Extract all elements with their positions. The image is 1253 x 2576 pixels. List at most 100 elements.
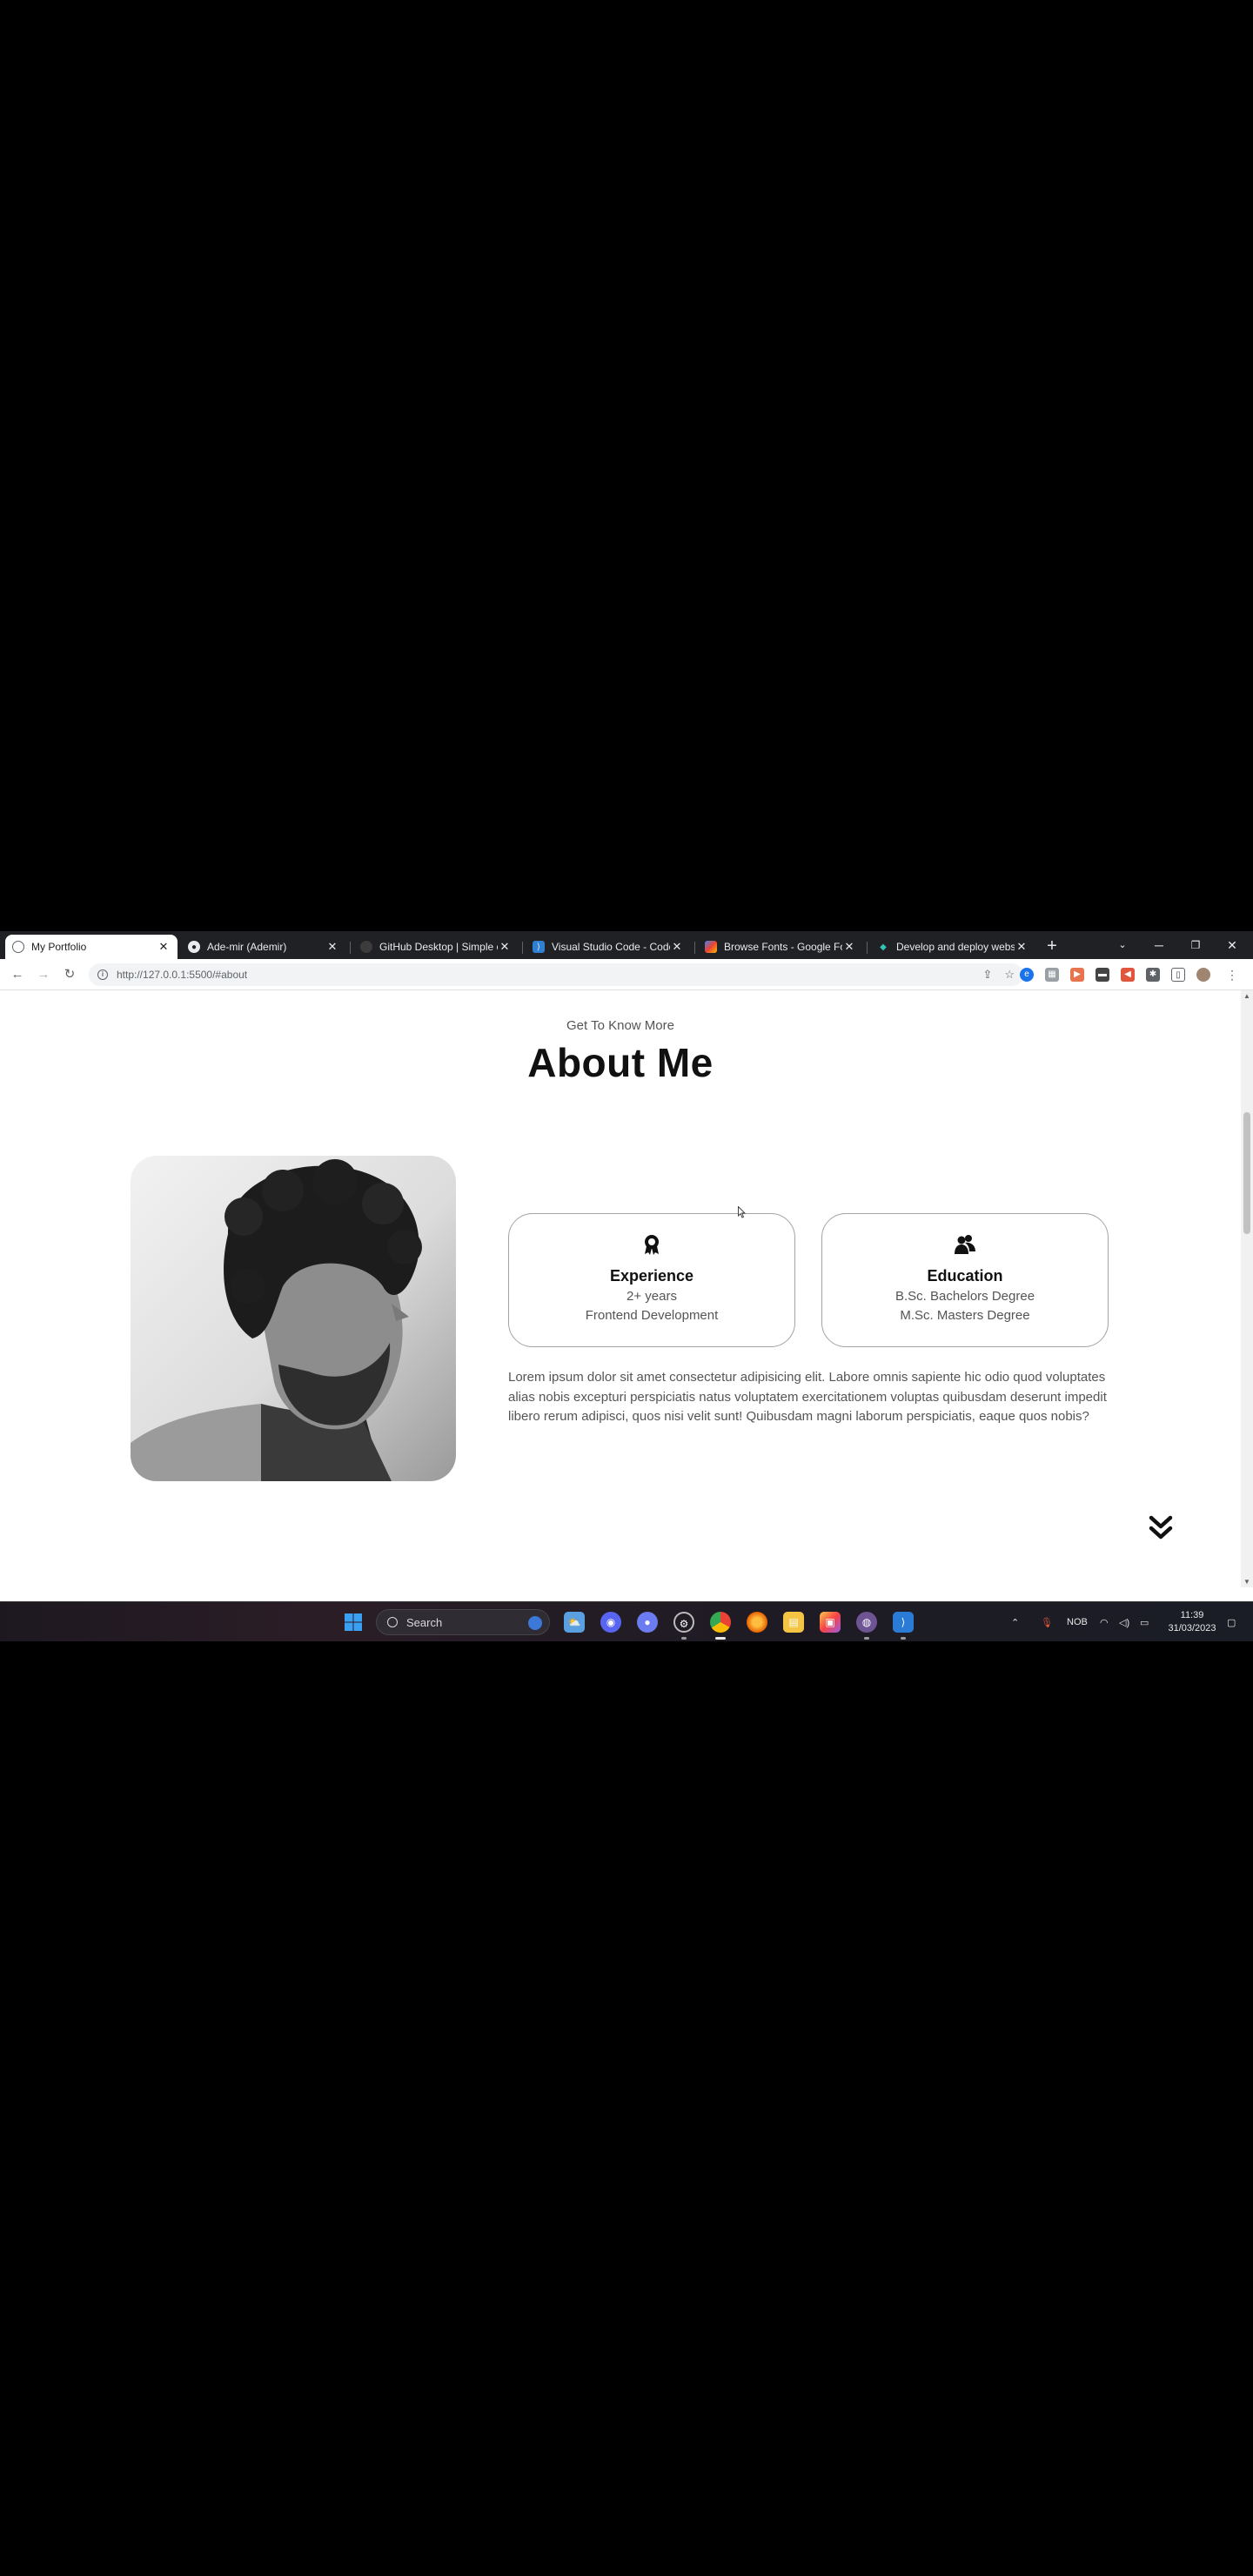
firefox-icon[interactable]	[747, 1612, 767, 1633]
education-card-line: M.Sc. Masters Degree	[900, 1308, 1030, 1323]
section-subtitle: Get To Know More	[566, 1018, 674, 1033]
page-scrollbar[interactable]: ▲ ▼	[1241, 990, 1253, 1587]
close-icon[interactable]: ✕	[1015, 940, 1029, 954]
browser-toolbar: ← → ↻ i http://127.0.0.1:5500/#about ⇪ ☆…	[0, 959, 1253, 990]
tab-title: GitHub Desktop | Simple co	[379, 941, 498, 953]
tab-title: Visual Studio Code - Code	[552, 941, 670, 953]
google-fonts-icon	[705, 941, 717, 953]
close-icon[interactable]: ✕	[325, 940, 339, 954]
windows-start-icon[interactable]	[343, 1612, 364, 1633]
education-icon	[955, 1235, 975, 1254]
microphone-icon[interactable]: 🎙	[1041, 1602, 1053, 1641]
battery-icon[interactable]: ▭	[1140, 1602, 1149, 1641]
running-indicator	[901, 1637, 906, 1640]
close-icon[interactable]: ✕	[157, 940, 171, 954]
scroll-down-arrow-icon[interactable]	[1145, 1513, 1176, 1544]
search-icon	[387, 1617, 398, 1627]
tab-netlify[interactable]: ◆ Develop and deploy websi ✕	[870, 935, 1035, 959]
tab-title: Browse Fonts - Google Fon	[724, 941, 842, 953]
github-desktop-icon	[360, 941, 372, 953]
browser-tab-strip: My Portfolio ✕ ● Ade-mir (Ademir) ✕ GitH…	[0, 931, 1253, 959]
tab-github-desktop[interactable]: GitHub Desktop | Simple co ✕	[353, 935, 519, 959]
mouse-cursor-icon	[738, 1206, 747, 1218]
bookmark-star-icon[interactable]: ☆	[1004, 968, 1015, 982]
messenger-icon[interactable]: ●	[637, 1612, 658, 1633]
close-icon[interactable]: ✕	[498, 940, 512, 954]
extension-icon[interactable]: ▬	[1096, 968, 1109, 982]
widgets-icon[interactable]: ⛅	[564, 1612, 585, 1633]
tab-separator	[350, 942, 351, 954]
restore-icon[interactable]: ❐	[1178, 931, 1213, 959]
tab-title: Develop and deploy websi	[896, 941, 1015, 953]
scroll-up-icon[interactable]: ▲	[1241, 992, 1253, 1000]
experience-card-title: Experience	[609, 1267, 694, 1285]
reload-icon[interactable]: ↻	[61, 966, 78, 983]
scroll-down-icon[interactable]: ▼	[1241, 1578, 1253, 1586]
vscode-icon: ⟩	[533, 941, 545, 953]
about-description: Lorem ipsum dolor sit amet consectetur a…	[508, 1370, 1107, 1424]
discord-icon[interactable]: ◉	[600, 1612, 621, 1633]
profile-picture	[131, 1156, 456, 1481]
tab-separator	[694, 942, 695, 954]
steam-icon[interactable]: ⚙	[673, 1612, 694, 1633]
scrollbar-thumb[interactable]	[1243, 1112, 1250, 1234]
close-icon[interactable]: ✕	[670, 940, 684, 954]
award-icon	[645, 1235, 659, 1255]
screen: My Portfolio ✕ ● Ade-mir (Ademir) ✕ GitH…	[0, 931, 1253, 1641]
bing-icon	[528, 1616, 542, 1630]
netlify-icon: ◆	[880, 942, 887, 952]
taskbar-search-placeholder: Search	[406, 1615, 443, 1629]
clock-time: 11:39	[1180, 1610, 1204, 1620]
extension-icon[interactable]: ▶	[1070, 968, 1084, 982]
side-panel-icon[interactable]: ▯	[1171, 968, 1185, 982]
windows-taskbar: Search ⛅ ◉ ● ⚙ ▤ ▣ ◍ ⟩ ⌃ 🎙 NOB ◠ ◁) ▭ 11…	[0, 1601, 1253, 1641]
tab-google-fonts[interactable]: Browse Fonts - Google Fon ✕	[698, 935, 863, 959]
tab-github-profile[interactable]: ● Ade-mir (Ademir) ✕	[181, 935, 346, 959]
tab-separator	[867, 942, 868, 954]
notifications-icon[interactable]: ▢	[1227, 1602, 1236, 1641]
wifi-icon[interactable]: ◠	[1100, 1602, 1109, 1641]
tab-vscode[interactable]: ⟩ Visual Studio Code - Code ✕	[526, 935, 691, 959]
github-icon: ●	[188, 941, 200, 953]
globe-icon	[12, 941, 24, 953]
education-card: Education B.Sc. Bachelors Degree M.Sc. M…	[821, 1213, 1109, 1347]
education-card-title: Education	[927, 1267, 1003, 1285]
profile-avatar-icon[interactable]	[1196, 968, 1210, 982]
taskbar-clock[interactable]: 11:39 31/03/2023	[1161, 1609, 1223, 1635]
extension-icon[interactable]: e	[1020, 968, 1034, 982]
back-icon[interactable]: ←	[9, 966, 26, 983]
browser-menu-icon[interactable]: ⋮	[1223, 966, 1241, 983]
taskbar-search[interactable]: Search	[376, 1609, 550, 1635]
url-text[interactable]: http://127.0.0.1:5500/#about	[117, 969, 247, 981]
new-tab-icon[interactable]: +	[1042, 936, 1062, 956]
forward-icon[interactable]: →	[35, 966, 52, 983]
vscode-taskbar-icon[interactable]: ⟩	[893, 1612, 914, 1633]
file-explorer-icon[interactable]: ▤	[783, 1612, 804, 1633]
photos-icon[interactable]: ▣	[820, 1612, 841, 1633]
share-icon[interactable]: ⇪	[982, 968, 992, 982]
experience-card-line: 2+ years	[626, 1289, 677, 1304]
running-indicator	[864, 1637, 869, 1640]
input-language[interactable]: NOB	[1067, 1602, 1088, 1641]
tab-title: My Portfolio	[31, 941, 87, 953]
close-icon[interactable]: ✕	[842, 940, 856, 954]
education-card-line: B.Sc. Bachelors Degree	[895, 1289, 1035, 1304]
address-bar[interactable]: i http://127.0.0.1:5500/#about ⇪ ☆	[89, 963, 1023, 986]
page-viewport: Get To Know More About Me Experience 2+ …	[0, 990, 1241, 1587]
minimize-icon[interactable]: ─	[1142, 931, 1176, 959]
extension-icon[interactable]: ◀	[1121, 968, 1135, 982]
extensions-puzzle-icon[interactable]: ✱	[1146, 968, 1160, 982]
tab-search-icon[interactable]: ⌄	[1105, 931, 1140, 959]
tab-my-portfolio[interactable]: My Portfolio ✕	[5, 935, 178, 959]
chrome-icon[interactable]	[710, 1612, 731, 1633]
tab-separator	[522, 942, 523, 954]
tray-overflow-icon[interactable]: ⌃	[1011, 1602, 1019, 1641]
clock-date: 31/03/2023	[1168, 1623, 1216, 1633]
experience-card: Experience 2+ years Frontend Development	[508, 1213, 795, 1347]
window-close-icon[interactable]: ✕	[1215, 931, 1250, 959]
site-info-icon[interactable]: i	[97, 969, 108, 980]
volume-icon[interactable]: ◁)	[1119, 1602, 1129, 1641]
github-desktop-taskbar-icon[interactable]: ◍	[856, 1612, 877, 1633]
extension-icon[interactable]: ▦	[1045, 968, 1059, 982]
running-indicator	[681, 1637, 687, 1640]
